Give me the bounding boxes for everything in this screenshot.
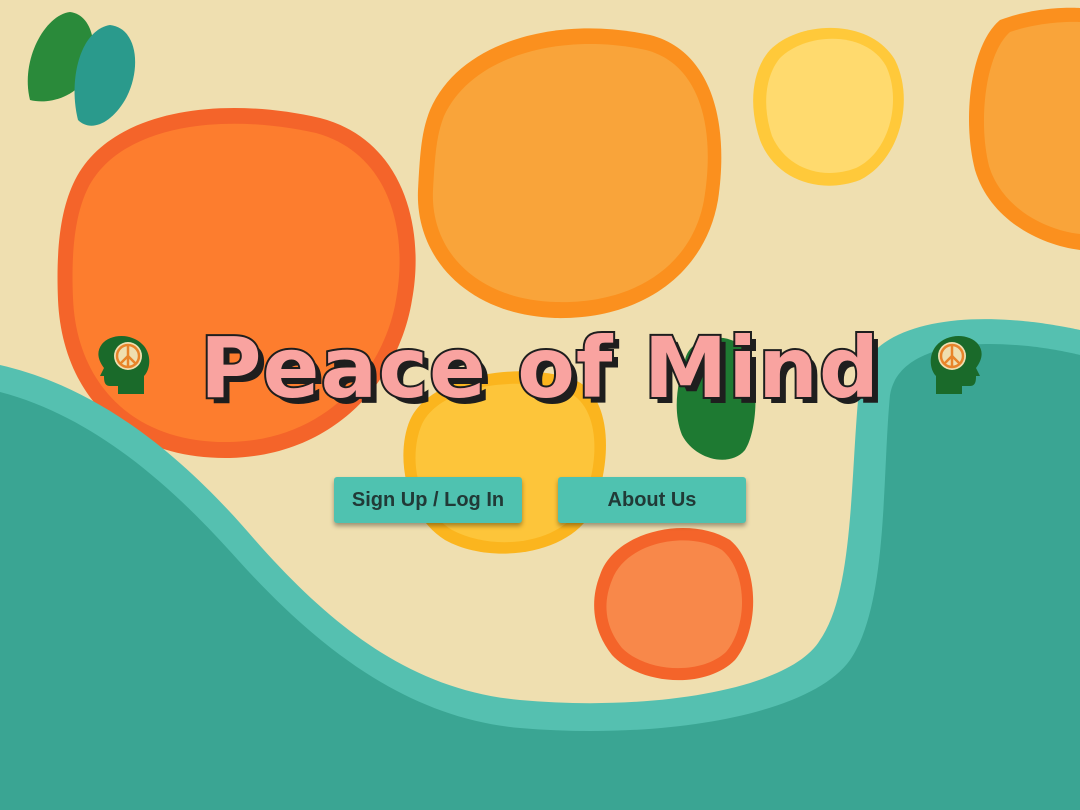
orange-blob-lower xyxy=(594,527,754,681)
orange-blob-top xyxy=(417,28,722,319)
head-peace-icon xyxy=(922,330,992,400)
about-us-button[interactable]: About Us xyxy=(558,477,746,523)
head-peace-icon xyxy=(88,330,158,400)
app-title: Peace of Mind xyxy=(198,317,881,419)
yellow-blob-top xyxy=(753,27,904,186)
title-row: Peace of Mind xyxy=(0,317,1080,419)
signup-login-button[interactable]: Sign Up / Log In xyxy=(334,477,522,523)
